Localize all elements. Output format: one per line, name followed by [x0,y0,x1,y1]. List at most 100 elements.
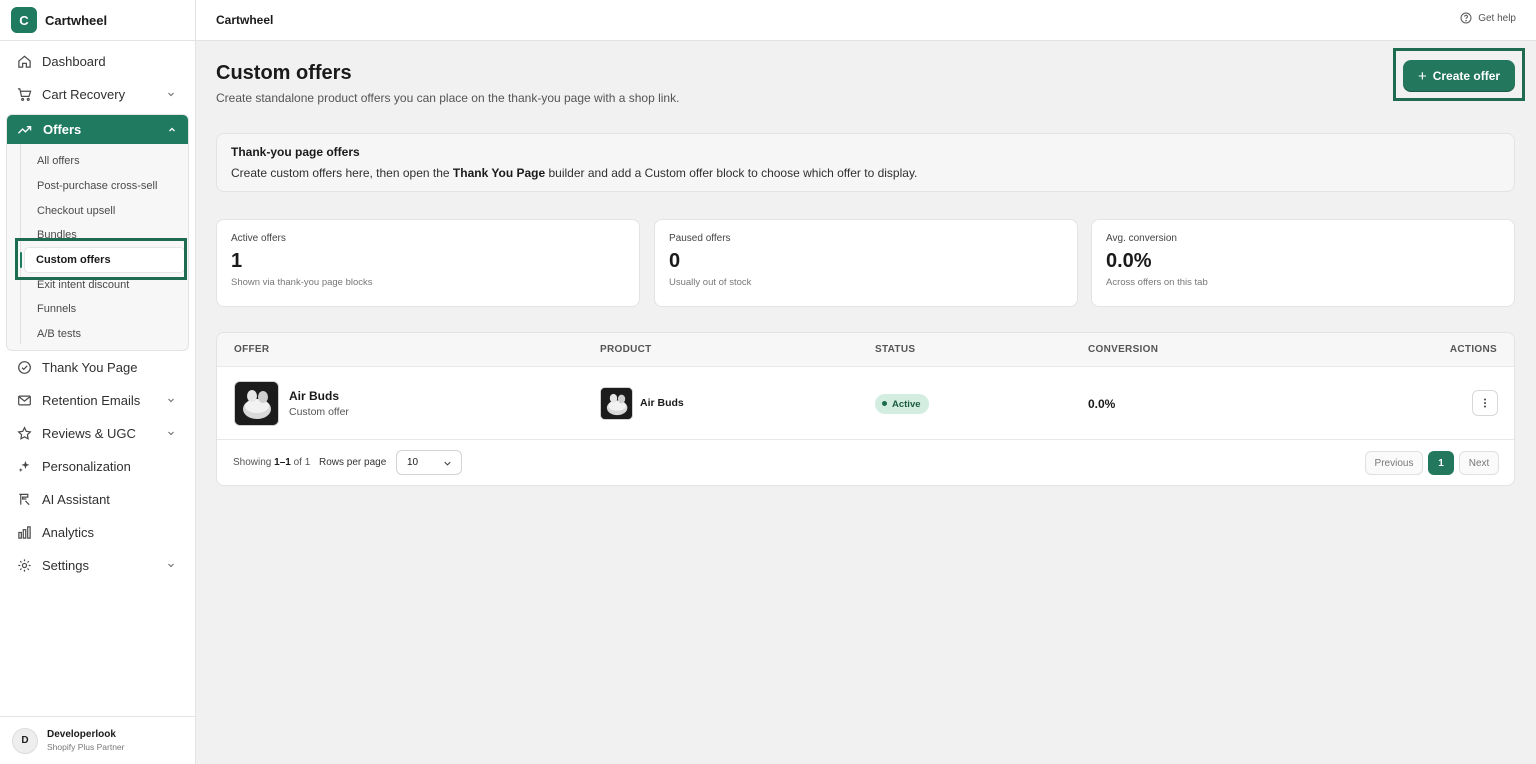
get-help-label: Get help [1478,12,1516,24]
sidebar-item-label: Settings [42,557,89,573]
create-offer-label: Create offer [1432,69,1501,83]
row-actions-button[interactable] [1472,390,1498,416]
more-vertical-icon [1484,398,1486,408]
sidebar-item-analytics[interactable]: Analytics [0,516,195,549]
sidebar-item-label: Reviews & UGC [42,425,136,441]
next-page-button[interactable]: Next [1459,451,1499,475]
sidebar-item-cart-recovery[interactable]: Cart Recovery [0,78,195,111]
check-circle-icon [16,359,32,375]
app-logo: C [11,7,37,33]
stat-help: Shown via thank-you page blocks [231,277,373,288]
get-help-link[interactable]: Get help [1460,12,1516,24]
table-row[interactable]: Air Buds Custom offer Air Buds Active 0.… [217,367,1514,440]
banner-text-before: Create custom offers here, then open the [231,166,453,180]
sidebar-item-label: Retention Emails [42,392,141,408]
app-name: Cartwheel [45,12,108,28]
table-footer: Showing 1–1 of 1 Rows per page 10 Previo… [217,440,1514,485]
stat-help: Across offers on this tab [1106,277,1208,288]
subnav-post-purchase-cross-sell[interactable]: Post-purchase cross-sell [7,174,188,199]
rows-per-page-value: 10 [407,457,419,468]
main-nav: Dashboard Cart Recovery Offers All offer… [0,41,195,582]
col-product: PRODUCT [600,344,652,355]
status-badge: Active [875,394,929,414]
product-name: Air Buds [640,397,684,409]
create-offer-button[interactable]: + Create offer [1403,60,1515,92]
subnav-all-offers[interactable]: All offers [7,149,188,174]
stat-value: 0.0% [1106,250,1152,272]
sidebar-item-label: Offers [43,122,82,137]
chevron-down-icon [444,461,451,466]
mail-icon [16,392,32,408]
sidebar-item-label: Personalization [42,458,131,474]
subnav-custom-offers[interactable]: Custom offers [20,247,184,273]
col-status: STATUS [875,344,916,355]
sidebar-item-label: Cart Recovery [42,87,126,102]
banner-title: Thank-you page offers [231,145,360,159]
user-role: Shopify Plus Partner [47,742,125,752]
sidebar-item-reviews-ugc[interactable]: Reviews & UGC [0,417,195,450]
sidebar-item-dashboard[interactable]: Dashboard [0,45,195,78]
sidebar-item-personalization[interactable]: Personalization [0,450,195,483]
stat-label: Avg. conversion [1106,233,1177,244]
stat-help: Usually out of stock [669,277,752,288]
user-meta: Developerlook Shopify Plus Partner [47,729,124,752]
page-title: Custom offers [216,62,352,84]
user-account[interactable]: D Developerlook Shopify Plus Partner [0,716,195,764]
stat-card-paused-offers: Paused offers 0 Usually out of stock [654,219,1078,307]
sidebar: C Cartwheel Dashboard Cart Recovery Offe… [0,0,196,764]
banner-text: Create custom offers here, then open the… [231,166,1500,180]
conversion-value: 0.0% [1088,397,1116,411]
banner-text-bold: Thank You Page [452,166,546,180]
sidebar-item-offers[interactable]: Offers [7,115,188,144]
chevron-up-icon [169,127,175,132]
chevron-down-icon [168,563,174,567]
stat-value: 1 [231,250,243,272]
offer-name[interactable]: Air Buds [289,389,339,403]
showing-suffix: of 1 [290,457,311,468]
page-1-button[interactable]: 1 [1428,451,1454,475]
star-icon [16,425,32,441]
product-image [600,387,633,420]
stat-label: Active offers [231,233,286,244]
stat-card-avg-conversion: Avg. conversion 0.0% Across offers on th… [1091,219,1515,307]
rows-per-page-select[interactable]: 10 [396,450,462,475]
chevron-down-icon [168,398,174,402]
stat-label: Paused offers [669,233,731,244]
avatar: D [12,727,38,754]
previous-page-button[interactable]: Previous [1365,451,1423,475]
sidebar-item-label: Thank You Page [42,359,138,375]
stat-card-active-offers: Active offers 1 Shown via thank-you page… [216,219,640,307]
home-icon [16,54,32,70]
subnav-checkout-upsell[interactable]: Checkout upsell [7,198,188,223]
cart-icon [16,87,32,103]
sidebar-item-thank-you-page[interactable]: Thank You Page [0,351,195,384]
topbar-title: Cartwheel [216,13,274,27]
offers-subnav: All offers Post-purchase cross-sell Chec… [7,144,188,350]
sparkle-icon [16,458,32,474]
gear-icon [16,557,32,573]
rows-per-page-label: Rows per page [319,457,387,468]
offer-type: Custom offer [289,406,349,418]
info-banner: Thank-you page offers Create custom offe… [216,133,1515,192]
sidebar-item-ai-assistant[interactable]: AI Assistant [0,483,195,516]
stat-value: 0 [669,250,681,272]
subnav-exit-intent-discount[interactable]: Exit intent discount [7,272,188,297]
offer-product-image [234,381,279,426]
col-conversion: CONVERSION [1088,344,1159,355]
banner-text-after: builder and add a Custom offer block to … [545,166,918,180]
offers-group: Offers All offers Post-purchase cross-se… [6,114,189,351]
sidebar-item-label: Analytics [42,524,95,540]
col-offer: OFFER [234,344,270,355]
offers-table: OFFER PRODUCT STATUS CONVERSION ACTIONS … [216,332,1515,486]
sidebar-item-settings[interactable]: Settings [0,549,195,582]
plus-icon: + [1417,67,1427,85]
showing-prefix: Showing [233,457,275,468]
subnav-funnels[interactable]: Funnels [7,297,188,322]
table-header: OFFER PRODUCT STATUS CONVERSION ACTIONS [217,333,1514,367]
showing-range: 1–1 [274,457,291,468]
brand[interactable]: C Cartwheel [0,0,195,41]
sidebar-item-retention-emails[interactable]: Retention Emails [0,384,195,417]
bar-chart-icon [16,524,32,540]
subnav-ab-tests[interactable]: A/B tests [7,322,188,347]
subnav-bundles[interactable]: Bundles [7,223,188,248]
